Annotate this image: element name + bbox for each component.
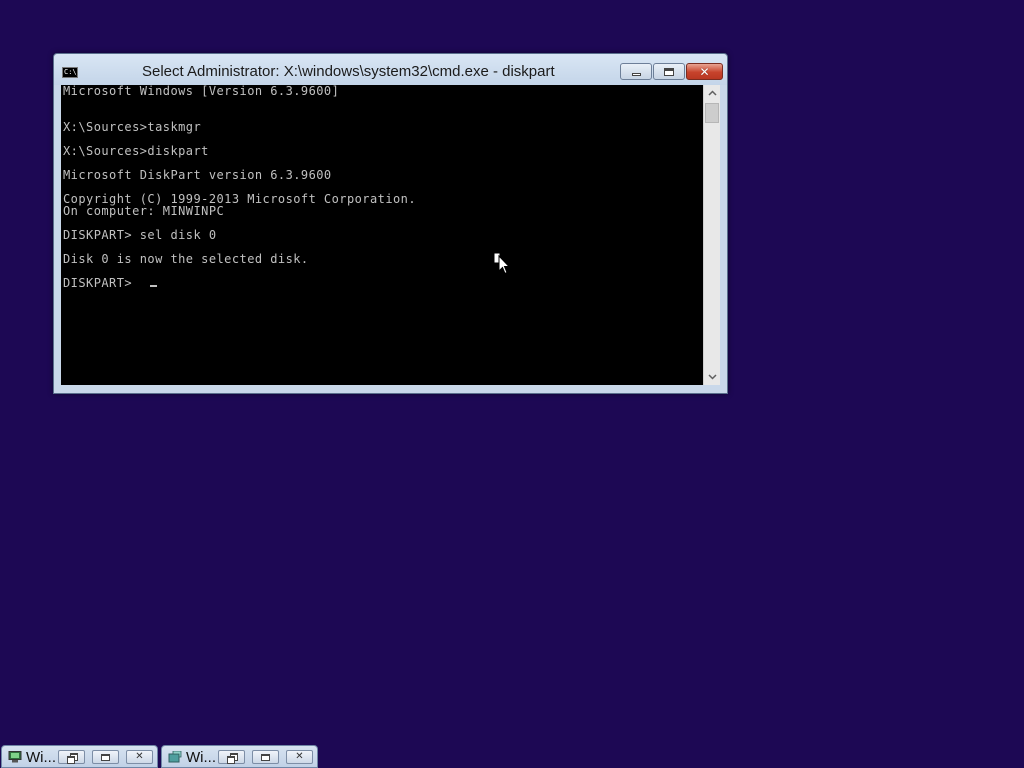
console-output[interactable]: Microsoft Windows [Version 6.3.9600] X:\…: [61, 85, 703, 385]
console-window[interactable]: C:\_ Select Administrator: X:\windows\sy…: [53, 53, 728, 394]
console-line: X:\Sources>taskmgr: [63, 120, 202, 134]
maximize-button[interactable]: [92, 750, 119, 764]
close-icon: ✕: [295, 751, 304, 762]
maximize-icon: [664, 67, 674, 76]
chevron-down-icon: [707, 374, 717, 380]
close-icon: ✕: [135, 751, 144, 762]
console-prompt-line[interactable]: DISKPART>: [63, 277, 140, 289]
maximize-icon: [101, 753, 110, 761]
text-cursor: [150, 285, 157, 287]
minimized-window-2[interactable]: Wi... ✕: [161, 745, 318, 768]
console-icon[interactable]: C:\_: [62, 67, 78, 78]
title-bar[interactable]: C:\_ Select Administrator: X:\windows\sy…: [54, 54, 727, 85]
minimized-window-title: Wi...: [26, 749, 56, 766]
maximize-icon: [261, 753, 270, 761]
chevron-up-icon: [707, 90, 717, 96]
close-icon: ✕: [699, 64, 710, 79]
console-line: DISKPART> sel disk 0: [63, 228, 217, 242]
restore-button[interactable]: [58, 750, 85, 764]
close-button[interactable]: ✕: [686, 63, 723, 80]
maximize-button[interactable]: [252, 750, 279, 764]
console-line: X:\Sources>diskpart: [63, 144, 209, 158]
minimized-window-1[interactable]: Wi... ✕: [1, 745, 158, 768]
restore-icon: [66, 753, 78, 764]
mouse-pointer-icon: [494, 253, 510, 275]
desktop: C:\_ Select Administrator: X:\windows\sy…: [0, 0, 1024, 768]
console-line: Microsoft DiskPart version 6.3.9600: [63, 168, 332, 182]
restore-button[interactable]: [218, 750, 245, 764]
minimize-button[interactable]: [620, 63, 652, 80]
close-button[interactable]: ✕: [126, 750, 153, 764]
minimize-icon: [631, 72, 641, 76]
scroll-down-button[interactable]: [704, 369, 720, 385]
minimized-window-title: Wi...: [186, 749, 216, 766]
computer-icon: [8, 751, 22, 763]
setup-icon: [168, 751, 182, 763]
console-line: Microsoft Windows [Version 6.3.9600]: [63, 85, 340, 98]
console-line: On computer: MINWINPC: [63, 204, 225, 218]
maximize-button[interactable]: [653, 63, 685, 80]
scroll-up-button[interactable]: [704, 85, 720, 101]
scroll-thumb[interactable]: [705, 103, 719, 123]
console-line: Disk 0 is now the selected disk.: [63, 252, 309, 266]
close-button[interactable]: ✕: [286, 750, 313, 764]
restore-icon: [226, 753, 238, 764]
vertical-scrollbar[interactable]: [703, 85, 720, 385]
window-title: Select Administrator: X:\windows\system3…: [142, 63, 555, 80]
